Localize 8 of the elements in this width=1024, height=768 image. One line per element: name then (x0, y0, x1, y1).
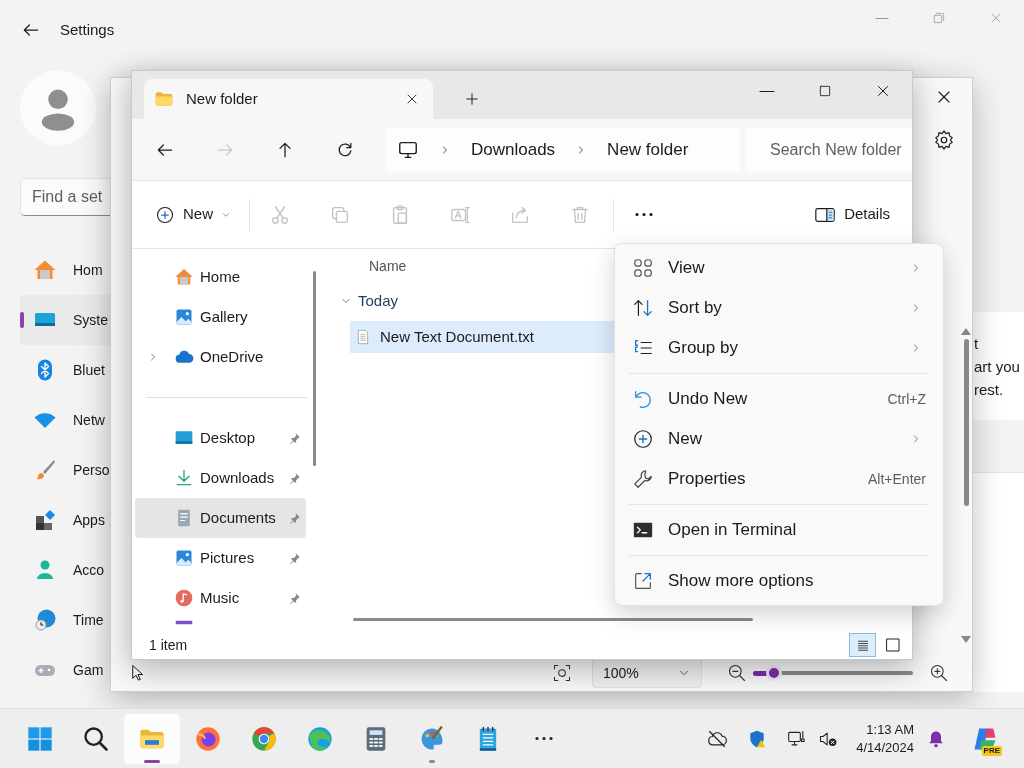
description-text: rest. (974, 380, 1005, 400)
window-title: Settings (60, 19, 115, 40)
description-text: t (974, 334, 980, 354)
description-text: art you (974, 357, 1021, 377)
badge: PRE (981, 745, 1002, 756)
shortcut-text: Ctrl+Z (887, 389, 926, 409)
status-text: 1 item (149, 635, 189, 655)
shortcut-text: Alt+Enter (868, 469, 926, 489)
